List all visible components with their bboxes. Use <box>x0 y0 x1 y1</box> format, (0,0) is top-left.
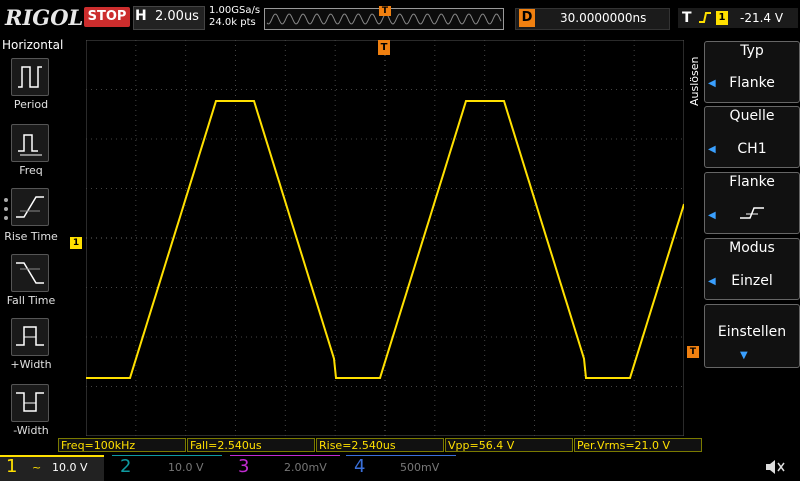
trigger-level-value: -21.4 V <box>740 11 784 25</box>
softkey-settings-title: Einstellen <box>717 324 787 340</box>
page-dot <box>4 207 8 211</box>
timebase-value: 2.00us <box>155 9 199 24</box>
softkey-type-value: Flanke <box>729 75 775 91</box>
menu-item-fall-time-label: Fall Time <box>6 294 56 307</box>
page-dot <box>4 216 8 220</box>
channel-1-scale: 10.0 V <box>52 461 88 474</box>
measurement-rise[interactable]: Rise=2.540us <box>316 438 444 452</box>
page-dot <box>4 198 8 202</box>
measurement-vpp[interactable]: Vpp=56.4 V <box>445 438 573 452</box>
softkey-mode-title: Modus <box>729 240 775 256</box>
softkey-source-value: CH1 <box>737 141 767 157</box>
softkey-type-title: Typ <box>740 43 764 59</box>
trigger-level-marker[interactable]: T <box>687 346 699 358</box>
chevron-down-icon: ▼ <box>740 350 748 361</box>
negative-width-icon[interactable] <box>11 384 49 422</box>
delay-letter: D <box>519 9 535 27</box>
softkey-arrow-icon: ◀ <box>708 210 716 221</box>
timebase-letter: H <box>135 8 147 24</box>
softkey-source-title: Quelle <box>729 108 775 124</box>
rise-time-icon[interactable] <box>11 188 49 226</box>
positive-width-icon[interactable] <box>11 318 49 356</box>
trigger-position-arrow[interactable]: T <box>378 40 390 55</box>
menu-item-negative-width-label: -Width <box>13 424 49 437</box>
channel-1-ground-marker[interactable]: 1 <box>70 237 82 249</box>
trigger-position-marker: T <box>379 6 391 16</box>
channel-4-number: 4 <box>354 456 366 477</box>
channel-1-number: 1 <box>6 456 18 477</box>
rising-edge-icon <box>698 10 712 28</box>
softkey-mode-value: Einzel <box>731 273 773 289</box>
trigger-menu-title: Auslösen <box>686 44 702 164</box>
period-icon[interactable] <box>11 58 49 96</box>
channel-3-number: 3 <box>238 456 250 477</box>
measure-menu-title: Horizontal <box>2 38 64 52</box>
channel-3-scale: 2.00mV <box>284 461 327 474</box>
rising-edge-icon <box>738 204 766 226</box>
channel-2-number: 2 <box>120 456 132 477</box>
channel-4-scale: 500mV <box>400 461 440 474</box>
trigger-channel-badge: 1 <box>716 11 728 25</box>
measurement-freq[interactable]: Freq=100kHz <box>58 438 186 452</box>
menu-item-rise-time-label: Rise Time <box>4 230 58 243</box>
run-stop-indicator[interactable]: STOP <box>84 7 130 27</box>
frequency-icon[interactable] <box>11 124 49 162</box>
brand-logo: RIGOL <box>5 5 84 30</box>
channel-2-scale: 10.0 V <box>168 461 204 474</box>
graticule-border <box>86 40 684 436</box>
fall-time-icon[interactable] <box>11 254 49 292</box>
menu-item-positive-width-label: +Width <box>10 358 52 371</box>
menu-item-freq-label: Freq <box>19 164 43 177</box>
menu-item-period-label: Period <box>13 98 49 111</box>
speaker-mute-icon[interactable] <box>764 458 786 480</box>
channel-1-coupling-icon: ~ <box>32 461 42 474</box>
waveform-display[interactable] <box>86 40 684 436</box>
delay-value: 30.0000000ns <box>560 11 647 25</box>
softkey-edge-title: Flanke <box>729 174 775 190</box>
sample-rate: 1.00GSa/s <box>209 5 261 16</box>
trigger-menu-title-text: Auslösen <box>688 56 701 106</box>
trigger-letter: T <box>682 10 692 26</box>
measurement-fall[interactable]: Fall=2.540us <box>187 438 315 452</box>
measurement-per-vrms[interactable]: Per.Vrms=21.0 V <box>574 438 702 452</box>
memory-depth: 24.0k pts <box>209 17 256 28</box>
